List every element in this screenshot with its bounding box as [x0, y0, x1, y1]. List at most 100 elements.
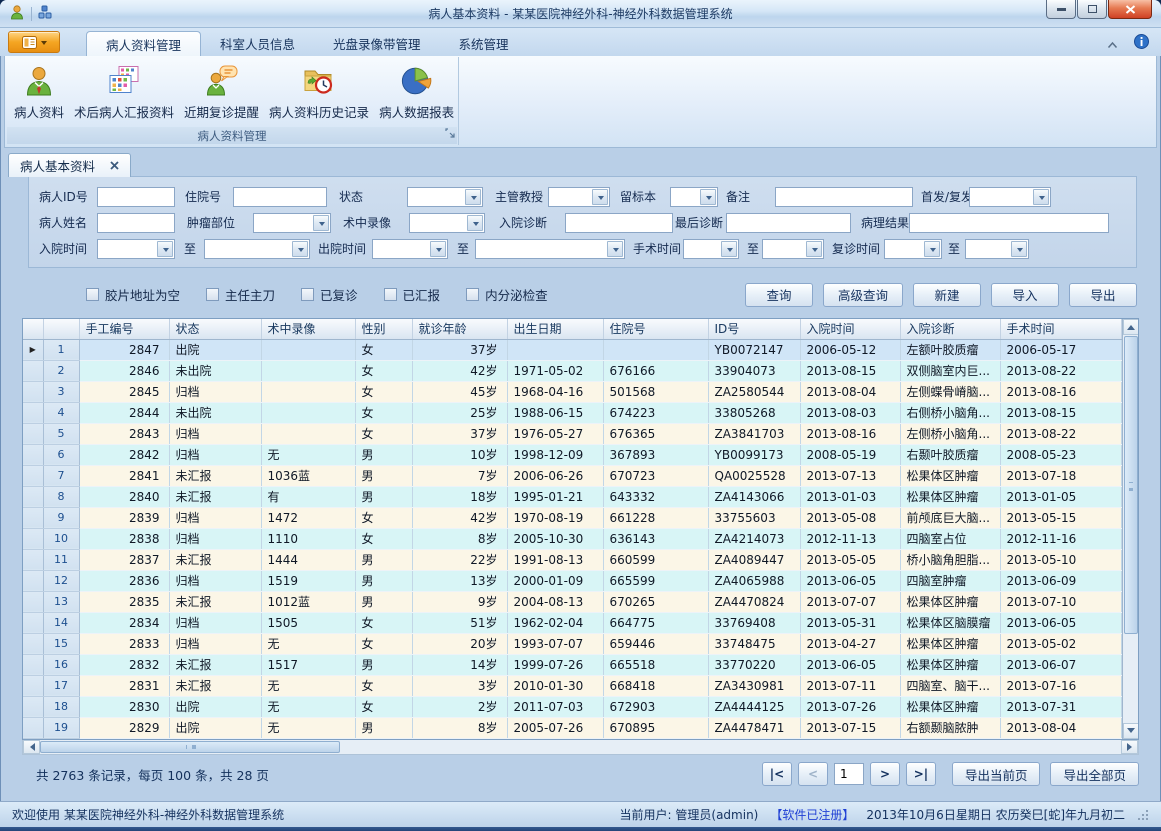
grid-cell[interactable]: 2013-08-16 [800, 423, 900, 444]
column-header[interactable]: ID号 [708, 319, 800, 339]
grid-cell[interactable]: 归档 [169, 612, 261, 633]
table-row[interactable]: 112837未汇报1444男22岁1991-08-13660599ZA40894… [23, 549, 1121, 570]
grid-cell[interactable]: 2013-08-15 [1000, 402, 1121, 423]
grid-cell[interactable]: 1988-06-15 [507, 402, 603, 423]
grid-cell[interactable]: 女 [355, 381, 412, 402]
final-diagnosis-input[interactable] [726, 213, 851, 233]
surgery-time-from-combo[interactable] [683, 239, 739, 259]
grid-cell[interactable]: 3岁 [412, 675, 507, 696]
grid-cell[interactable]: 双侧脑室内巨... [900, 360, 1000, 381]
scroll-up-button[interactable] [1123, 319, 1139, 335]
row-number-cell[interactable]: 1 [43, 339, 79, 360]
grid-cell[interactable]: 2013-07-11 [800, 675, 900, 696]
row-selector-cell[interactable] [23, 528, 43, 549]
last-page-button[interactable]: >| [906, 762, 936, 786]
grid-cell[interactable]: 2013-08-22 [1000, 423, 1121, 444]
grid-cell[interactable]: 1472 [261, 507, 355, 528]
export-button[interactable]: 导出 [1069, 283, 1137, 307]
grid-cell[interactable]: 出院 [169, 717, 261, 738]
table-row[interactable]: 122836归档1519男13岁2000-01-09665599ZA406598… [23, 570, 1121, 591]
grid-cell[interactable]: 2013-06-05 [800, 570, 900, 591]
grid-cell[interactable]: 2013-06-05 [800, 654, 900, 675]
postop-report-button[interactable]: 术后病人汇报资料 [69, 60, 179, 123]
grid-cell[interactable]: 松果体区肿瘤 [900, 465, 1000, 486]
quick-access-icon[interactable] [38, 4, 52, 23]
grid-cell[interactable]: 未汇报 [169, 465, 261, 486]
table-row[interactable]: 62842归档无男10岁1998-12-09367893YB0099173200… [23, 444, 1121, 465]
grid-cell[interactable] [261, 339, 355, 360]
grid-cell[interactable]: QA0025528 [708, 465, 800, 486]
table-row[interactable]: 152833归档无女20岁1993-07-0765944633748475201… [23, 633, 1121, 654]
grid-cell[interactable]: 2013-05-02 [1000, 633, 1121, 654]
grid-cell[interactable]: 2006-06-26 [507, 465, 603, 486]
grid-cell[interactable]: 归档 [169, 423, 261, 444]
grid-cell[interactable]: 1998-12-09 [507, 444, 603, 465]
grid-cell[interactable]: ZA4470824 [708, 591, 800, 612]
grid-cell[interactable]: ZA4089447 [708, 549, 800, 570]
grid-cell[interactable]: 男 [355, 486, 412, 507]
column-header[interactable]: 入院时间 [800, 319, 900, 339]
row-number-cell[interactable]: 7 [43, 465, 79, 486]
grid-cell[interactable]: 2012-11-16 [1000, 528, 1121, 549]
admission-no-input[interactable] [233, 187, 327, 207]
grid-cell[interactable]: 无 [261, 696, 355, 717]
grid-cell[interactable]: 未汇报 [169, 549, 261, 570]
grid-cell[interactable]: 2013-08-16 [1000, 381, 1121, 402]
discharge-time-to-combo[interactable] [475, 239, 625, 259]
row-number-cell[interactable]: 8 [43, 486, 79, 507]
grid-cell[interactable]: ZA4214073 [708, 528, 800, 549]
table-row[interactable]: 32845归档女45岁1968-04-16501568ZA25805442013… [23, 381, 1121, 402]
column-header[interactable]: 入院诊断 [900, 319, 1000, 339]
grid-cell[interactable]: ZA4444125 [708, 696, 800, 717]
grid-cell[interactable]: 501568 [603, 381, 708, 402]
grid-cell[interactable]: ZA4065988 [708, 570, 800, 591]
grid-cell[interactable]: 男 [355, 591, 412, 612]
grid-cell[interactable]: 男 [355, 654, 412, 675]
grid-cell[interactable]: ZA2580544 [708, 381, 800, 402]
grid-cell[interactable]: 无 [261, 444, 355, 465]
row-number-cell[interactable]: 4 [43, 402, 79, 423]
grid-cell[interactable]: 1999-07-26 [507, 654, 603, 675]
grid-cell[interactable]: 四脑室占位 [900, 528, 1000, 549]
grid-cell[interactable]: 1991-08-13 [507, 549, 603, 570]
grid-cell[interactable]: 2006-05-17 [1000, 339, 1121, 360]
grid-cell[interactable]: 男 [355, 570, 412, 591]
column-header[interactable]: 就诊年龄 [412, 319, 507, 339]
grid-cell[interactable]: 2013-07-18 [1000, 465, 1121, 486]
grid-cell[interactable]: 松果体区脑膜瘤 [900, 612, 1000, 633]
grid-cell[interactable]: 未出院 [169, 360, 261, 381]
grid-cell[interactable]: 2013-05-05 [800, 549, 900, 570]
grid-cell[interactable]: 2013-01-03 [800, 486, 900, 507]
grid-cell[interactable]: 2岁 [412, 696, 507, 717]
row-number-cell[interactable]: 15 [43, 633, 79, 654]
patient-data-report-button[interactable]: 病人数据报表 [374, 60, 459, 123]
grid-cell[interactable]: 松果体区肿瘤 [900, 633, 1000, 654]
row-selector-cell[interactable] [23, 633, 43, 654]
grid-cell[interactable]: 42岁 [412, 507, 507, 528]
grid-cell[interactable] [603, 339, 708, 360]
row-number-cell[interactable]: 13 [43, 591, 79, 612]
ribbon-tab-system[interactable]: 系统管理 [440, 31, 528, 56]
row-selector-cell[interactable] [23, 507, 43, 528]
grid-cell[interactable]: 1036蓝 [261, 465, 355, 486]
grid-cell[interactable]: 2013-06-05 [1000, 612, 1121, 633]
grid-cell[interactable]: 661228 [603, 507, 708, 528]
checkbox-reported[interactable]: 已汇报 [384, 285, 441, 304]
grid-cell[interactable]: 男 [355, 717, 412, 738]
checkbox-endocrine-exam[interactable]: 内分泌检查 [466, 285, 548, 304]
grid-cell[interactable]: 2847 [79, 339, 169, 360]
grid-cell[interactable]: 664775 [603, 612, 708, 633]
row-selector-cell[interactable]: ▶ [23, 339, 43, 360]
grid-cell[interactable]: 37岁 [412, 339, 507, 360]
grid-cell[interactable]: ZA3430981 [708, 675, 800, 696]
column-header[interactable]: 手工编号 [79, 319, 169, 339]
grid-cell[interactable]: 1971-05-02 [507, 360, 603, 381]
grid-cell[interactable]: 2845 [79, 381, 169, 402]
grid-cell[interactable]: 1517 [261, 654, 355, 675]
table-row[interactable]: 162832未汇报1517男14岁1999-07-266655183377022… [23, 654, 1121, 675]
grid-cell[interactable] [261, 402, 355, 423]
close-button[interactable] [1108, 0, 1152, 19]
grid-cell[interactable]: 9岁 [412, 591, 507, 612]
grid-cell[interactable]: 未出院 [169, 402, 261, 423]
grid-cell[interactable]: 2013-08-22 [1000, 360, 1121, 381]
